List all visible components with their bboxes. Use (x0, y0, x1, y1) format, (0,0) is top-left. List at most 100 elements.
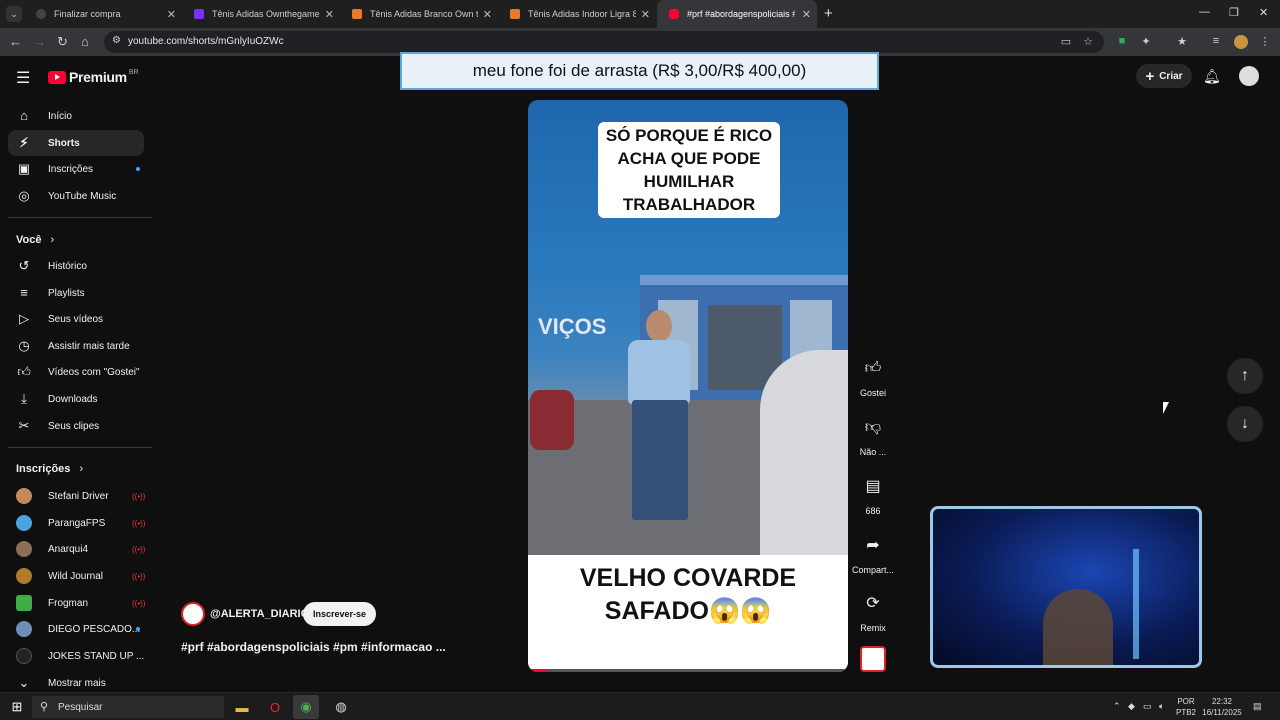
subscription-item[interactable]: Frogman ((•)) (8, 590, 146, 616)
channel-avatar[interactable] (181, 602, 205, 626)
caption-line: SÓ PORQUE É RICO (605, 126, 773, 145)
close-tab-icon[interactable]: ✕ (167, 8, 176, 21)
close-tab-icon[interactable]: ✕ (325, 8, 334, 21)
tab-finalizar-compra[interactable]: Finalizar compra ✕ (24, 0, 182, 28)
channel-avatar (16, 515, 32, 531)
home-icon[interactable]: ⌂ (81, 34, 89, 49)
channel-name: Stefani Driver (48, 490, 109, 502)
next-short-button[interactable]: ↓ (1227, 406, 1263, 442)
sidebar-item-seus-clipes[interactable]: ✂ Seus clipes (8, 413, 144, 439)
channel-name: ParangaFPS (48, 517, 106, 529)
favorites-icon[interactable]: ★ (1175, 35, 1189, 49)
restore-button[interactable]: ❐ (1229, 6, 1239, 19)
shorts-video-player[interactable]: VIÇOS SÓ PORQUE É RICO ACHA QUE PODE HUM… (528, 100, 848, 672)
account-avatar[interactable] (1239, 66, 1259, 86)
sidebar-item-inicio[interactable]: ⌂ Início (8, 103, 144, 129)
subscribe-button[interactable]: Inscrever-se (303, 602, 377, 626)
like-icon: 👍︎ (17, 364, 31, 379)
subscription-item[interactable]: Stefani Driver ((•)) (8, 483, 145, 509)
subscription-item[interactable]: Anarqui4 ((•)) (8, 536, 145, 562)
taskbar-search[interactable]: ⚲ Pesquisar (32, 696, 224, 718)
new-tab-button[interactable]: + (824, 5, 833, 22)
subscription-item[interactable]: Wild Journal ((•)) (8, 563, 145, 589)
tab-adidas-branco[interactable]: Tênis Adidas Branco Own the G ✕ (340, 0, 498, 28)
keyboard-language[interactable]: POR PTB2 (1176, 696, 1196, 718)
share-button[interactable]: ➦ Compart... (852, 527, 894, 575)
subscription-item[interactable]: JOKES STAND UP ... (8, 643, 144, 669)
chrome-icon[interactable]: ◉ (293, 695, 319, 719)
forward-icon[interactable]: → (33, 34, 46, 49)
tray-app-icon[interactable]: ◆ (1128, 701, 1135, 712)
extensions-icon[interactable]: ✦ (1139, 35, 1153, 49)
sidebar-you-heading[interactable]: Você › (16, 234, 54, 246)
tray-volume-icon[interactable]: 🔈︎ (1159, 701, 1164, 712)
close-tab-icon[interactable]: ✕ (483, 8, 492, 21)
tab-adidas-ownthegame[interactable]: Tênis Adidas Ownthegame 3.0 M ✕ (182, 0, 340, 28)
subscription-item[interactable]: ParangaFPS ((•)) (8, 510, 146, 536)
dislike-button[interactable]: 👎︎ Não ... (852, 409, 894, 458)
channel-avatar (16, 488, 32, 504)
address-bar[interactable]: ⚙ youtube.com/shorts/mGnlyIuOZWc (104, 31, 1104, 53)
profile-avatar[interactable] (1234, 35, 1248, 49)
sidebar-item-seus-videos[interactable]: ▷ Seus vídeos (8, 306, 144, 332)
minimize-button[interactable]: — (1199, 6, 1210, 18)
windows-start-icon[interactable]: ⊞ (4, 695, 30, 719)
video-progress-bar[interactable] (528, 669, 848, 672)
sidebar-item-assistir-mais-tarde[interactable]: ◷ Assistir mais tarde (8, 333, 144, 359)
close-window-button[interactable]: ✕ (1259, 6, 1268, 19)
tab-adidas-indoor[interactable]: Tênis Adidas Indoor Ligra 8 Ma ✕ (498, 0, 656, 28)
comments-count: 686 (865, 506, 881, 516)
sidebar-item-label: Inscrições (48, 163, 94, 175)
channel-handle[interactable]: @ALERTA_DIARIO (210, 608, 309, 620)
extension-green-icon[interactable]: ■ (1115, 35, 1129, 49)
previous-short-button[interactable]: ↑ (1227, 358, 1263, 394)
close-tab-icon[interactable]: ✕ (641, 8, 650, 21)
sidebar-item-label: Seus clipes (48, 420, 100, 432)
subscription-item[interactable]: DIEGO PESCADO... (8, 616, 144, 642)
opera-icon[interactable]: O (262, 695, 288, 719)
sidebar-item-label: Playlists (48, 287, 85, 299)
sidebar-item-videos-gostei[interactable]: 👍︎ Vídeos com "Gostei" (8, 359, 144, 385)
tab-search-icon[interactable]: ⌄ (6, 6, 22, 22)
remix-button[interactable]: ⟳ Remix (852, 585, 894, 633)
sidebar-item-inscricoes[interactable]: ▣ Inscrições (8, 156, 144, 182)
sidebar-item-downloads[interactable]: ⤓ Downloads (8, 386, 144, 412)
more-menu-icon[interactable]: ⋮ (1258, 35, 1272, 49)
notifications-bell-icon[interactable]: 🔔︎ (1203, 68, 1221, 85)
sidebar-item-historico[interactable]: ↺ Histórico (8, 253, 144, 279)
tray-chevron-up-icon[interactable]: ⌃ (1113, 701, 1121, 712)
live-icon: ((•)) (132, 598, 146, 608)
tab-title: Tênis Adidas Ownthegame 3.0 M (212, 9, 320, 19)
tray-network-icon[interactable]: ▭ (1143, 701, 1152, 712)
channel-name: Anarqui4 (48, 543, 89, 555)
comments-button[interactable]: ▤ 686 (852, 468, 894, 516)
sound-thumbnail[interactable] (860, 646, 886, 672)
video-hashtags[interactable]: #prf #abordagenspoliciais #pm #informaca… (181, 640, 446, 654)
sidebar-item-label: Downloads (48, 393, 98, 405)
close-tab-icon[interactable]: ✕ (802, 8, 811, 21)
clock[interactable]: 22:32 16/11/2025 (1200, 696, 1244, 718)
channel-name: Wild Journal (48, 570, 104, 582)
chevron-down-icon: ⌄ (18, 675, 30, 690)
reload-icon[interactable]: ↻ (57, 34, 68, 50)
live-icon: ((•)) (132, 518, 146, 528)
media-control-icon[interactable]: ≡ (1209, 35, 1223, 49)
notification-icon[interactable]: ▤ (1253, 701, 1262, 712)
channel-info: @ALERTA_DIARIO Inscrever-se (181, 602, 481, 626)
like-button[interactable]: 👍︎ Gostei (852, 350, 894, 399)
sidebar-item-shorts[interactable]: ⚡︎ Shorts (8, 130, 144, 156)
sidebar-subscriptions-heading[interactable]: Inscrições › (16, 463, 83, 475)
mouse-cursor-icon (1163, 402, 1169, 414)
tab-youtube-short[interactable]: #prf #abordagenspoliciais #pm ✕ (657, 0, 817, 28)
back-icon[interactable]: ← (9, 34, 22, 49)
sidebar-item-playlists[interactable]: ≡ Playlists (8, 280, 144, 306)
layout-code: PTB2 (1176, 708, 1197, 717)
cast-icon[interactable]: ▭ (1059, 35, 1073, 49)
obs-icon[interactable]: ◍ (328, 695, 354, 719)
site-info-icon[interactable]: ⚙ (112, 35, 121, 46)
create-button[interactable]: + Criar (1136, 64, 1192, 88)
bookmark-star-icon[interactable]: ☆ (1081, 35, 1095, 49)
sidebar-item-youtube-music[interactable]: ◎ YouTube Music (8, 183, 144, 209)
file-explorer-icon[interactable]: ▬ (229, 695, 255, 719)
thumbs-down-icon: 👎︎ (864, 418, 882, 436)
